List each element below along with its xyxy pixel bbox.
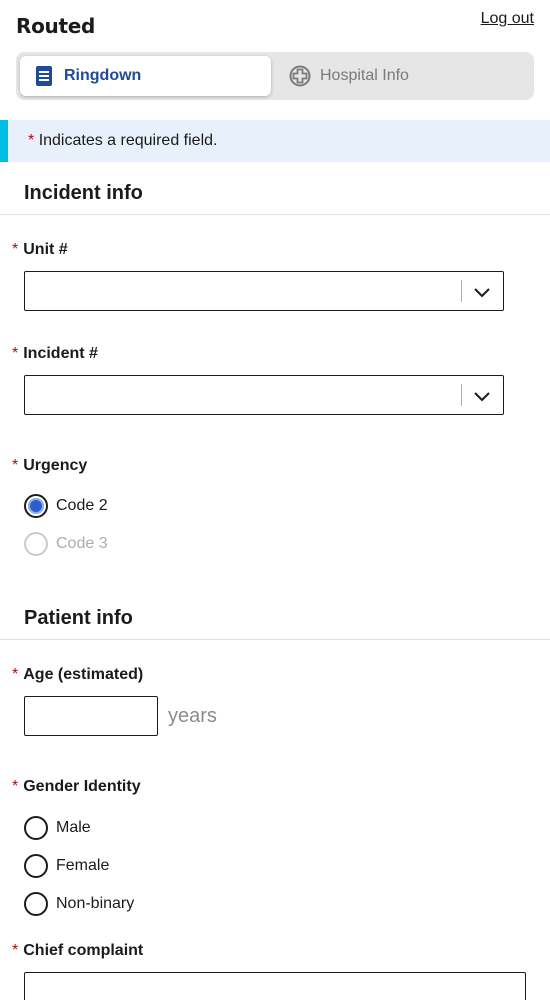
radio-button[interactable] <box>24 854 48 878</box>
radio-label: Female <box>56 857 110 874</box>
tab-hospital-info-label: Hospital Info <box>320 67 409 84</box>
required-field-alert: * Indicates a required field. <box>0 120 550 162</box>
radio-button[interactable] <box>24 494 48 518</box>
section-divider <box>0 639 550 640</box>
incident-label: * Incident # <box>12 345 98 363</box>
hospital-cross-icon <box>288 64 312 88</box>
age-label-text: Age (estimated) <box>23 666 144 683</box>
required-asterisk: * <box>28 132 35 149</box>
required-asterisk: * <box>12 942 19 959</box>
gender-identity-label-text: Gender Identity <box>23 778 141 795</box>
gender-option-non-binary[interactable]: Non-binary <box>24 891 134 917</box>
chevron-down-icon <box>474 288 490 298</box>
urgency-label-text: Urgency <box>23 457 88 474</box>
radio-button[interactable] <box>24 892 48 916</box>
logout-link[interactable]: Log out <box>481 10 534 28</box>
gender-option-female[interactable]: Female <box>24 853 109 879</box>
unit-label-text: Unit # <box>23 241 68 258</box>
incident-select[interactable] <box>24 375 504 415</box>
chief-complaint-label: * Chief complaint <box>12 942 143 960</box>
gender-option-male[interactable]: Male <box>24 815 91 841</box>
radio-label: Male <box>56 819 91 836</box>
chief-complaint-input[interactable] <box>24 972 526 1000</box>
chevron-down-icon <box>474 392 490 402</box>
age-label: * Age (estimated) <box>12 666 143 684</box>
tab-hospital-info[interactable]: Hospital Info <box>284 56 530 96</box>
required-asterisk: * <box>12 241 19 258</box>
app-logo: Routed <box>16 14 96 38</box>
radio-button[interactable] <box>24 532 48 556</box>
tab-ringdown-label: Ringdown <box>64 67 142 84</box>
urgency-option-code-2[interactable]: Code 2 <box>24 493 108 519</box>
radio-label: Code 2 <box>56 497 108 514</box>
age-unit: years <box>168 705 217 727</box>
required-field-note: * Indicates a required field. <box>28 132 217 150</box>
incident-label-text: Incident # <box>23 345 98 362</box>
top-bar: Routed Log out <box>0 0 550 48</box>
unit-label: * Unit # <box>12 241 68 259</box>
document-icon <box>32 64 56 88</box>
tab-ringdown[interactable]: Ringdown <box>20 56 271 96</box>
urgency-label: * Urgency <box>12 457 87 475</box>
radio-label: Code 3 <box>56 535 108 552</box>
urgency-option-code-3[interactable]: Code 3 <box>24 531 108 557</box>
select-separator <box>461 384 462 406</box>
chief-complaint-label-text: Chief complaint <box>23 942 144 959</box>
age-input[interactable] <box>24 696 158 736</box>
radio-label: Non-binary <box>56 895 135 912</box>
required-asterisk: * <box>12 778 19 795</box>
gender-identity-label: * Gender Identity <box>12 778 141 796</box>
unit-select[interactable] <box>24 271 504 311</box>
incident-info-title: Incident info <box>24 182 143 204</box>
required-asterisk: * <box>12 666 19 683</box>
patient-info-title: Patient info <box>24 607 133 629</box>
required-asterisk: * <box>12 345 19 362</box>
tab-bar: Ringdown Hospital Info <box>16 52 534 100</box>
required-field-text: Indicates a required field. <box>38 132 218 149</box>
required-asterisk: * <box>12 457 19 474</box>
radio-button[interactable] <box>24 816 48 840</box>
section-divider <box>0 214 550 215</box>
select-separator <box>461 280 462 302</box>
